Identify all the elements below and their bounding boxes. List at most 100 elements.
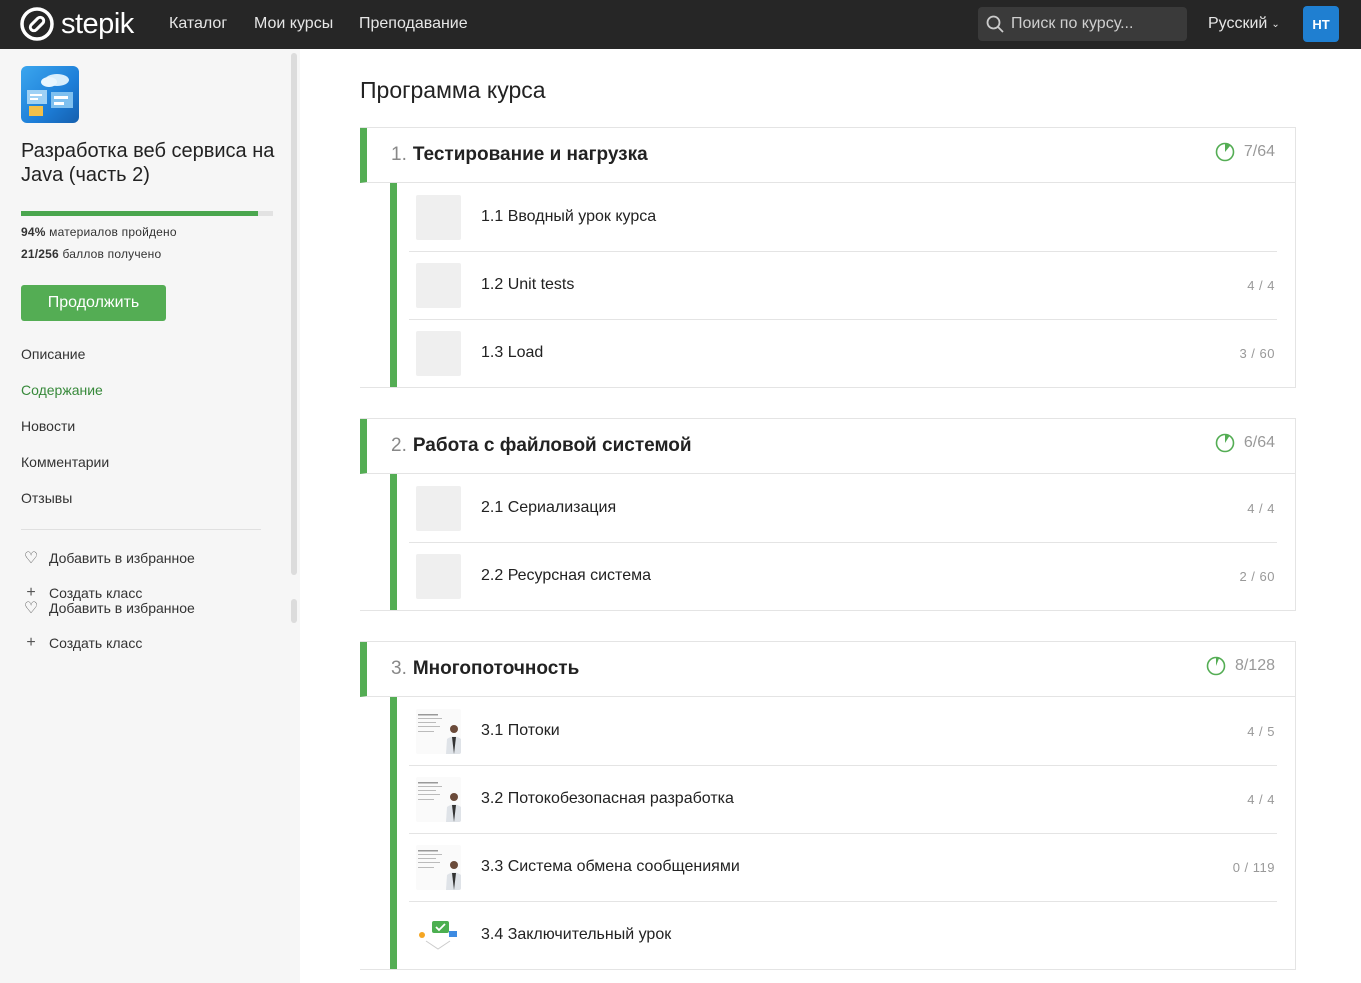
lesson-list: 2.1 Сериализация 4 / 4 2.2 Ресурсная систе…	[390, 474, 1295, 610]
nav-my-courses[interactable]: Мои курсы	[254, 15, 333, 33]
sidebar-link-description[interactable]: Описание	[21, 346, 85, 362]
top-navbar: stepik Каталог Мои курсы Преподавание Ру…	[0, 0, 1361, 49]
progress-ring-icon	[1206, 656, 1226, 676]
section-header[interactable]: 1. Тестирование и нагрузка 7/64	[360, 128, 1295, 183]
points-stat: 21/256 баллов получено	[21, 247, 161, 261]
progress-ring-icon	[1215, 433, 1235, 453]
course-progress-bar	[21, 211, 273, 216]
course-cover-image	[21, 66, 79, 123]
plus-icon: +	[26, 634, 36, 651]
stepik-logo-icon	[20, 7, 54, 41]
lesson-title[interactable]: 1.2 Unit tests	[481, 276, 574, 294]
section-title: Многопоточность	[412, 658, 580, 679]
section-block: 2. Работа с файловой системой 6/64 2.1 Сери…	[360, 418, 1296, 611]
course-title: Разработка веб сервиса на Java (часть 2)	[21, 140, 275, 186]
lesson-title[interactable]: 3.4 Заключительный урок	[481, 926, 671, 944]
nav-teaching[interactable]: Преподавание	[359, 15, 468, 33]
progress-percent: 94%	[21, 225, 46, 239]
lesson-title[interactable]: 2.1 Сериализация	[481, 499, 616, 517]
lesson-row[interactable]: 1.3 Load 3 / 60	[397, 319, 1295, 387]
add-to-favorites-button-duplicate[interactable]: ♡ Добавить в избранное	[21, 598, 195, 618]
section-title: Работа с файловой системой	[412, 435, 692, 456]
search-input[interactable]	[1011, 15, 1181, 33]
lesson-thumbnail	[416, 262, 461, 308]
lesson-thumbnail	[416, 194, 461, 240]
points-caption: баллов получено	[58, 247, 162, 261]
section-header[interactable]: 3. Многопоточность 8/128	[360, 642, 1295, 697]
lesson-thumbnail	[416, 912, 461, 958]
section-progress: 6/64	[1215, 433, 1275, 453]
lesson-title[interactable]: 3.2 Потокобезопасная разработка	[481, 790, 734, 808]
sidebar-scrollbar-thumb[interactable]	[291, 599, 297, 623]
course-progress-fill	[21, 211, 258, 216]
section-title: Тестирование и нагрузка	[412, 144, 648, 165]
lesson-score: 2 / 60	[1239, 568, 1275, 584]
lesson-row[interactable]: 3.1 Потоки 4 / 5	[397, 697, 1295, 765]
section-block: 3. Многопоточность 8/128 3.1 Потоки 4 / 5 3.2…	[360, 641, 1296, 970]
chevron-down-icon: ⌄	[1271, 18, 1280, 30]
section-block: 1. Тестирование и нагрузка 7/64 1.1 Вводный…	[360, 127, 1296, 388]
sidebar-divider	[21, 529, 261, 530]
section-header[interactable]: 2. Работа с файловой системой 6/64	[360, 419, 1295, 474]
lesson-title[interactable]: 3.1 Потоки	[481, 722, 560, 740]
sidebar-link-comments[interactable]: Комментарии	[21, 454, 109, 470]
sidebar-link-news[interactable]: Новости	[21, 418, 75, 434]
lesson-score: 4 / 4	[1247, 277, 1275, 293]
course-sidebar: Разработка веб сервиса на Java (часть 2)…	[0, 49, 300, 983]
lesson-row[interactable]: 3.2 Потокобезопасная разработка 4 / 4	[397, 765, 1295, 833]
add-to-favorites-label: Добавить в избранное	[49, 600, 195, 616]
section-progress-value: 6/64	[1243, 434, 1275, 451]
lesson-thumbnail	[416, 776, 461, 822]
lesson-title[interactable]: 3.3 Система обмена сообщениями	[481, 858, 740, 876]
lesson-thumbnail	[416, 844, 461, 890]
search-box[interactable]	[978, 7, 1187, 41]
sidebar-scrollbar[interactable]	[291, 53, 297, 575]
heart-icon: ♡	[23, 550, 39, 567]
lesson-list: 3.1 Потоки 4 / 5 3.2 Потокобезопасная разр…	[390, 697, 1295, 969]
lesson-thumbnail	[416, 553, 461, 599]
nav-catalog[interactable]: Каталог	[169, 15, 227, 33]
lesson-title[interactable]: 1.1 Вводный урок курса	[481, 208, 656, 226]
search-icon	[986, 15, 1004, 33]
progress-caption: материалов пройдено	[45, 225, 177, 239]
section-progress: 7/64	[1215, 142, 1275, 162]
lesson-title[interactable]: 2.2 Ресурсная система	[481, 567, 651, 585]
section-progress-value: 7/64	[1243, 143, 1275, 160]
create-class-button-duplicate[interactable]: + Создать класс	[21, 634, 142, 652]
language-label: Русский	[1208, 15, 1268, 32]
lesson-row[interactable]: 1.2 Unit tests 4 / 4	[397, 251, 1295, 319]
lesson-score: 4 / 4	[1247, 500, 1275, 516]
section-number: 1.	[391, 144, 407, 165]
progress-stat: 94% материалов пройдено	[21, 225, 177, 239]
lesson-row[interactable]: 2.1 Сериализация 4 / 4	[397, 474, 1295, 542]
continue-button[interactable]: Продолжить	[21, 285, 166, 321]
section-progress-value: 8/128	[1234, 657, 1275, 674]
page-title: Программа курса	[360, 77, 546, 103]
heart-icon: ♡	[23, 600, 39, 617]
add-to-favorites-button[interactable]: ♡ Добавить в избранное	[21, 548, 195, 568]
lesson-row[interactable]: 2.2 Ресурсная система 2 / 60	[397, 542, 1295, 610]
lesson-score: 3 / 60	[1239, 345, 1275, 361]
lesson-list: 1.1 Вводный урок курса 1.2 Unit tests 4 / …	[390, 183, 1295, 387]
lesson-score: 4 / 5	[1247, 723, 1275, 739]
lesson-row[interactable]: 1.1 Вводный урок курса	[397, 183, 1295, 251]
lesson-title[interactable]: 1.3 Load	[481, 344, 543, 362]
lesson-thumbnail	[416, 485, 461, 531]
lesson-score: 0 / 119	[1232, 859, 1275, 875]
lesson-thumbnail	[416, 708, 461, 754]
section-number: 3.	[391, 658, 407, 679]
create-class-label: Создать класс	[49, 635, 143, 651]
sidebar-link-reviews[interactable]: Отзывы	[21, 490, 72, 506]
lesson-score: 4 / 4	[1247, 791, 1275, 807]
sidebar-link-contents[interactable]: Содержание	[21, 382, 103, 398]
lesson-row[interactable]: 3.4 Заключительный урок	[397, 901, 1295, 969]
section-progress: 8/128	[1206, 656, 1275, 676]
lesson-row[interactable]: 3.3 Система обмена сообщениями 0 / 119	[397, 833, 1295, 901]
stepik-logo[interactable]: stepik	[20, 7, 134, 41]
points-value: 21/256	[21, 247, 59, 261]
language-select[interactable]: Русский ⌄	[1208, 15, 1280, 33]
logo-text: stepik	[61, 7, 134, 40]
user-avatar[interactable]: HT	[1303, 6, 1339, 42]
add-to-favorites-label: Добавить в избранное	[49, 550, 195, 566]
section-number: 2.	[391, 435, 407, 456]
